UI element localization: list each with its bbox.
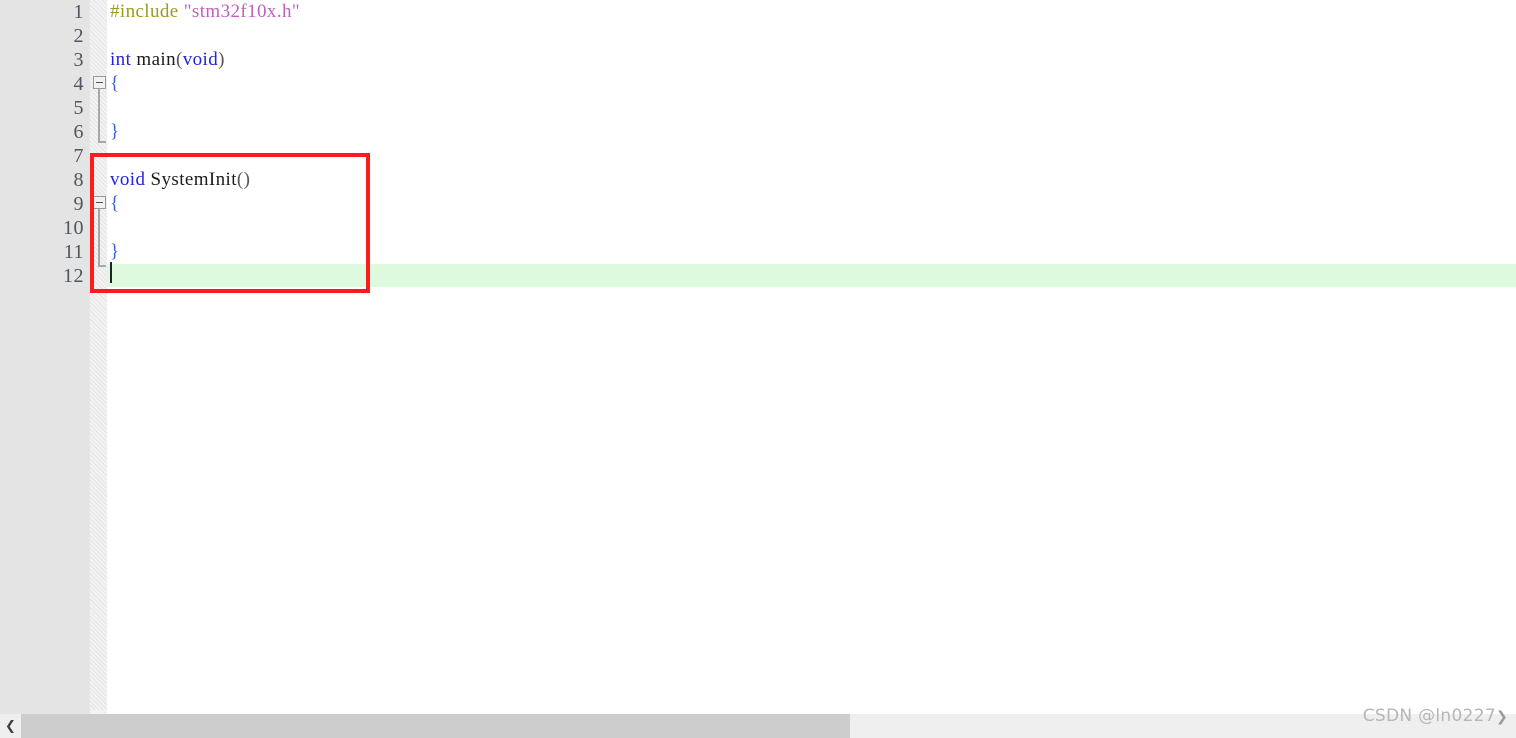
horizontal-scrollbar[interactable]: ❮ — [0, 714, 1516, 738]
code-line-5[interactable]: 5 — [0, 96, 1516, 120]
line-number-12: 12 — [63, 265, 84, 287]
line-number-4: 4 — [73, 73, 84, 95]
chevron-left-icon: ❮ — [5, 718, 16, 734]
text-cursor — [110, 262, 112, 283]
code-text-line-6[interactable]: } — [110, 120, 120, 144]
code-line-1[interactable]: 1 #include "stm32f10x.h" — [0, 0, 1516, 24]
token: } — [110, 241, 120, 262]
token: { — [110, 193, 120, 214]
token: } — [110, 121, 120, 142]
line-number-8: 8 — [73, 169, 84, 191]
chevron-right-icon: ❯ — [1495, 709, 1508, 725]
code-text-line-8[interactable]: void SystemInit() — [110, 168, 250, 192]
fold-marker-line-9[interactable] — [93, 196, 106, 209]
token: void — [110, 169, 151, 190]
horizontal-scrollbar-thumb[interactable] — [21, 714, 850, 738]
token: SystemInit — [150, 169, 237, 190]
code-line-3[interactable]: 3 int main(void) — [0, 48, 1516, 72]
code-line-4[interactable]: 4{ — [0, 72, 1516, 96]
code-line-2[interactable]: 2 — [0, 24, 1516, 48]
line-number-1: 1 — [73, 1, 84, 23]
code-text-line-9[interactable]: { — [110, 192, 120, 216]
code-text-line-4[interactable]: { — [110, 72, 120, 96]
code-line-12[interactable]: 12 — [0, 264, 1516, 288]
current-line-highlight — [107, 264, 1516, 287]
code-text-line-11[interactable]: } — [110, 240, 120, 264]
token: #include — [110, 1, 184, 22]
code-line-9[interactable]: 9{ — [0, 192, 1516, 216]
line-number-6: 6 — [73, 121, 84, 143]
token: "stm32f10x.h" — [183, 1, 301, 22]
watermark-text: CSDN @ln0227 — [1362, 706, 1496, 726]
fold-marker-line-4[interactable] — [93, 76, 106, 89]
line-number-7: 7 — [73, 145, 84, 167]
code-editor[interactable]: 1 #include "stm32f10x.h" 2 3 int main(void) 4… — [0, 0, 1516, 710]
fold-guide-foot-line-4 — [98, 141, 106, 143]
fold-guide-line-9 — [98, 209, 100, 267]
fold-guide-line-4 — [98, 89, 100, 141]
line-number-5: 5 — [73, 97, 84, 119]
code-line-8[interactable]: 8 void SystemInit() — [0, 168, 1516, 192]
code-text-line-1[interactable]: #include "stm32f10x.h" — [110, 0, 300, 24]
line-number-2: 2 — [73, 25, 84, 47]
token: () — [236, 169, 251, 190]
token: { — [110, 73, 120, 94]
scroll-left-button[interactable]: ❮ — [0, 714, 21, 738]
watermark: CSDN @ln0227❯ — [1363, 706, 1508, 726]
code-line-7[interactable]: 7 — [0, 144, 1516, 168]
code-line-11[interactable]: 11} — [0, 240, 1516, 264]
token: void — [182, 49, 219, 70]
line-number-3: 3 — [73, 49, 84, 71]
line-number-9: 9 — [73, 193, 84, 215]
code-line-10[interactable]: 10 — [0, 216, 1516, 240]
line-number-11: 11 — [63, 241, 84, 263]
code-line-6[interactable]: 6} — [0, 120, 1516, 144]
code-text-line-3[interactable]: int main(void) — [110, 48, 225, 72]
fold-guide-foot-line-9 — [98, 265, 106, 267]
token: int — [110, 49, 137, 70]
token: main — [136, 49, 177, 70]
token: ( — [176, 49, 183, 70]
line-number-10: 10 — [63, 217, 84, 239]
token: ) — [218, 49, 225, 70]
